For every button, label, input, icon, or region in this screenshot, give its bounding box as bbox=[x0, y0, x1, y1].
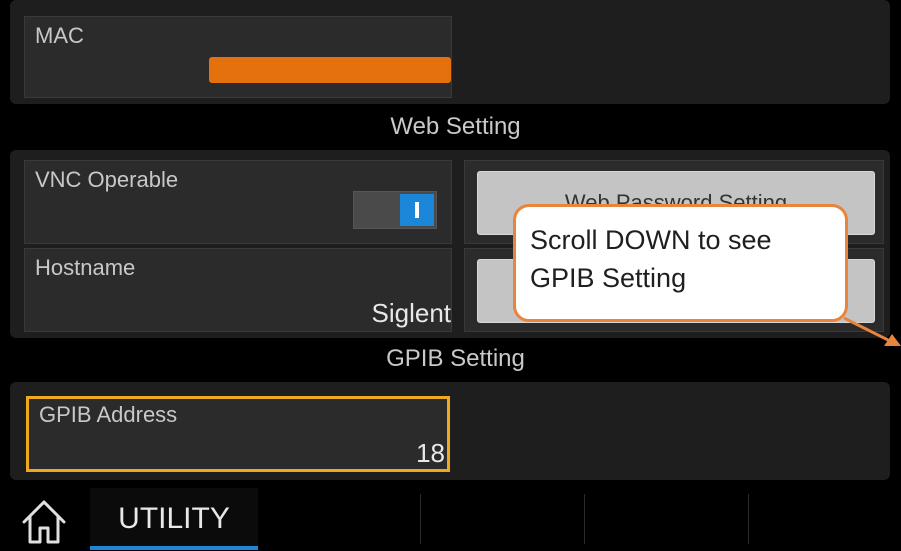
mac-group: MAC bbox=[10, 0, 890, 104]
tab-utility[interactable]: UTILITY bbox=[90, 488, 258, 550]
gpib-address-label: GPIB Address bbox=[39, 402, 178, 427]
gpib-setting-heading: GPIB Setting bbox=[386, 345, 525, 372]
bottom-bar: UTILITY bbox=[10, 488, 901, 550]
vnc-operable-label: VNC Operable bbox=[35, 167, 179, 192]
hostname-label: Hostname bbox=[35, 255, 136, 280]
gpib-group: GPIB Address 18 bbox=[10, 382, 890, 480]
scroll-hint-callout: Scroll DOWN to see GPIB Setting bbox=[513, 204, 848, 322]
hostname-field[interactable]: Hostname Siglent bbox=[24, 248, 452, 332]
bottom-divider bbox=[584, 494, 585, 544]
web-setting-heading: Web Setting bbox=[390, 113, 521, 140]
callout-line-2: GPIB Setting bbox=[530, 263, 687, 293]
gpib-address-value: 18 bbox=[416, 438, 445, 468]
bottom-divider bbox=[748, 494, 749, 544]
callout-arrow-icon bbox=[843, 316, 901, 346]
bottom-divider bbox=[420, 494, 421, 544]
callout-line-1: Scroll DOWN to see bbox=[530, 225, 772, 255]
vnc-operable-toggle[interactable] bbox=[353, 191, 437, 229]
mac-field[interactable]: MAC bbox=[24, 16, 452, 98]
mac-redaction bbox=[209, 57, 451, 83]
hostname-value: Siglent bbox=[371, 298, 452, 328]
mac-label: MAC bbox=[35, 23, 84, 48]
gpib-address-field[interactable]: GPIB Address 18 bbox=[26, 396, 450, 472]
home-icon[interactable] bbox=[20, 496, 68, 546]
vnc-operable-field: VNC Operable bbox=[24, 160, 452, 244]
toggle-knob bbox=[400, 194, 434, 226]
